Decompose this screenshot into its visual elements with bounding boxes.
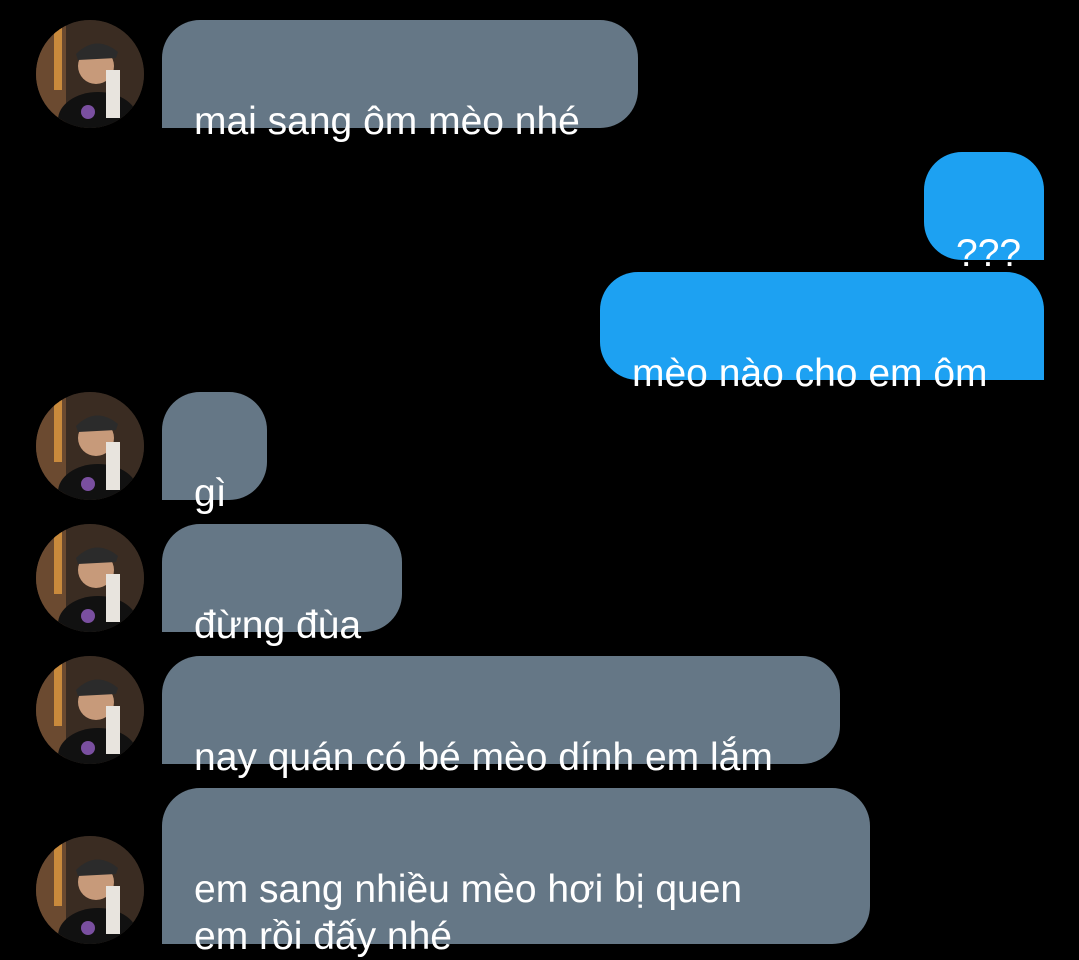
message-bubble-incoming[interactable]: mai sang ôm mèo nhé: [162, 20, 638, 143]
message-bubble-incoming[interactable]: nay quán có bé mèo dính em lắm: [162, 656, 840, 779]
message-text: em sang nhiều mèo hơi bị quen em rồi đấy…: [194, 868, 743, 958]
contact-avatar[interactable]: [36, 392, 144, 500]
contact-avatar[interactable]: [36, 524, 144, 632]
message-bubble-outgoing[interactable]: ???: [924, 152, 1044, 275]
avatar-photo-icon: [36, 656, 144, 764]
contact-avatar[interactable]: [36, 656, 144, 764]
message-text: đừng đùa: [194, 604, 362, 647]
message-text: mai sang ôm mèo nhé: [194, 100, 580, 143]
contact-avatar[interactable]: [36, 20, 144, 128]
message-text: ???: [956, 232, 1022, 275]
message-bubble-incoming[interactable]: gì: [162, 392, 267, 515]
message-text: gì: [194, 472, 227, 515]
avatar-photo-icon: [36, 836, 144, 944]
message-bubble-outgoing[interactable]: mèo nào cho em ôm: [600, 272, 1044, 395]
message-bubble-incoming[interactable]: em sang nhiều mèo hơi bị quen em rồi đấy…: [162, 788, 870, 958]
message-text: mèo nào cho em ôm: [632, 352, 988, 395]
message-text: nay quán có bé mèo dính em lắm: [194, 736, 773, 779]
contact-avatar[interactable]: [36, 836, 144, 944]
avatar-photo-icon: [36, 524, 144, 632]
avatar-photo-icon: [36, 20, 144, 128]
avatar-photo-icon: [36, 392, 144, 500]
message-bubble-incoming[interactable]: đừng đùa: [162, 524, 402, 647]
